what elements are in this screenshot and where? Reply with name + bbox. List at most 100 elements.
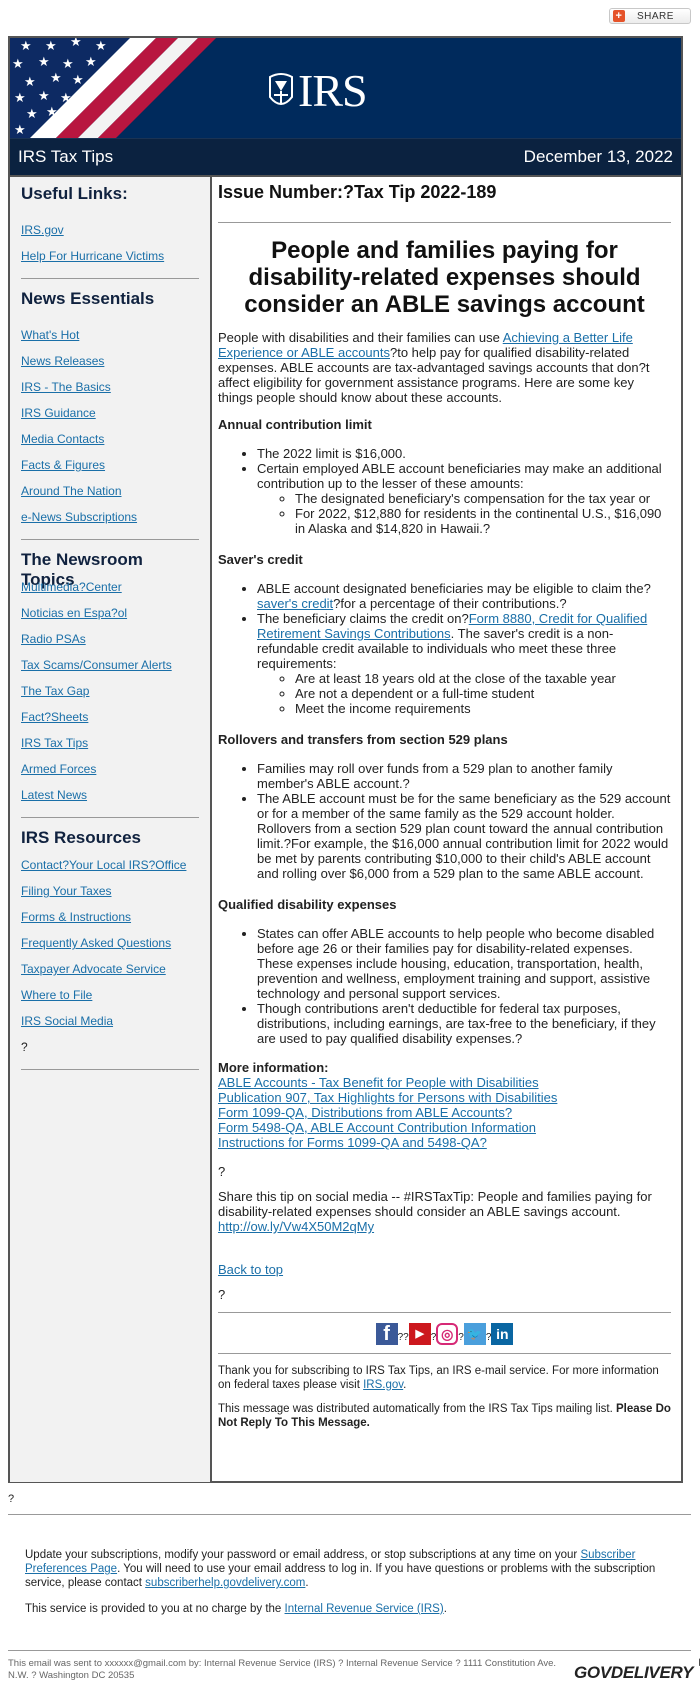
svg-text:★: ★: [72, 73, 84, 88]
govdelivery-wordmark: GOVDELIVERY: [574, 1663, 694, 1682]
thanks-text: Thank you for subscribing to IRS Tax Tip…: [218, 1365, 659, 1391]
irs-link[interactable]: Internal Revenue Service (IRS): [285, 1603, 444, 1615]
list-item-text: Certain employed ABLE account beneficiar…: [257, 461, 662, 491]
more-info-link-form-5498qa[interactable]: Form 5498-QA, ABLE Account Contribution …: [218, 1120, 671, 1135]
youtube-icon[interactable]: ▶: [408, 1323, 431, 1345]
irs-logo-text: IRS: [298, 65, 368, 116]
qualified-list: States can offer ABLE accounts to help p…: [218, 926, 671, 1046]
sidebar-link-irs-basics[interactable]: IRS - The Basics: [21, 374, 199, 400]
sidebar-link-latest-news[interactable]: Latest News: [21, 782, 199, 808]
linkedin-icon[interactable]: in: [491, 1323, 514, 1345]
sidebar-link-enews[interactable]: e-News Subscriptions: [21, 504, 199, 530]
sidebar-link-faq[interactable]: Frequently Asked Questions: [21, 930, 199, 956]
svg-text:★: ★: [38, 55, 50, 70]
sidebar-link-noticias[interactable]: Noticias en Espa?ol: [21, 600, 199, 626]
update-text: .: [305, 1577, 309, 1589]
titlebar: IRS Tax Tips December 13, 2022: [10, 138, 681, 175]
placeholder-char: ?: [8, 1493, 15, 1505]
sub-list-item: For 2022, $12,880 for residents in the c…: [295, 506, 671, 536]
newsletter-title: IRS Tax Tips: [18, 147, 114, 166]
newsletter-container: ★ ★ ★ ★ ★ ★ ★ ★ ★ ★ ★ ★ ★ ★ ★ ★ ★ IRS IRS Tax Tips …: [8, 36, 683, 1483]
main-content: Issue Number:?Tax Tip 2022-189 People an…: [212, 175, 681, 1482]
svg-text:★: ★: [70, 38, 82, 50]
sidebar-link-armed-forces[interactable]: Armed Forces: [21, 756, 199, 782]
govdelivery-logo[interactable]: GOVDELIVERY✉: [574, 1655, 700, 1683]
list-item: States can offer ABLE accounts to help p…: [257, 926, 671, 1001]
irs-gov-link[interactable]: IRS.gov: [363, 1379, 403, 1391]
annual-list: The 2022 limit is $16,000. Certain emplo…: [218, 446, 671, 536]
update-text: . You will need to use your email addres…: [25, 1563, 656, 1589]
sidebar-divider: [21, 278, 199, 279]
section-heading-qualified: Qualified disability expenses: [218, 897, 397, 912]
sidebar-link-irs-gov[interactable]: IRS.gov: [21, 217, 199, 243]
placeholder-char: ?: [218, 1164, 226, 1179]
facebook-icon[interactable]: f: [375, 1323, 398, 1345]
irs-eagle-icon: [269, 73, 293, 105]
sidebar-heading-irs-resources: IRS Resources: [21, 828, 141, 847]
sidebar: Useful Links: IRS.gov Help For Hurricane…: [10, 175, 212, 1482]
twitter-icon[interactable]: 🐦: [463, 1323, 486, 1345]
sidebar-link-facts-figures[interactable]: Facts & Figures: [21, 452, 199, 478]
service-text: This service is provided to you at no ch…: [25, 1603, 285, 1615]
issue-date: December 13, 2022: [523, 147, 673, 166]
sidebar-link-filing-taxes[interactable]: Filing Your Taxes: [21, 878, 199, 904]
svg-text:★: ★: [50, 71, 62, 86]
list-item: The ABLE account must be for the same be…: [257, 791, 671, 881]
sidebar-link-taxpayer-advocate[interactable]: Taxpayer Advocate Service: [21, 956, 199, 982]
more-info-link-instructions[interactable]: Instructions for Forms 1099-QA and 5498-…: [218, 1135, 671, 1150]
share-short-link[interactable]: http://ow.ly/Vw4X50M2qMy: [218, 1219, 374, 1234]
list-item-text: ?for a percentage of their contributions…: [333, 596, 567, 611]
share-button[interactable]: + SHARE: [609, 8, 691, 24]
sidebar-link-tax-scams[interactable]: Tax Scams/Consumer Alerts: [21, 652, 199, 678]
footer-divider: [8, 1514, 691, 1515]
content-divider: [218, 222, 671, 223]
sub-list-item: The designated beneficiary's compensatio…: [295, 491, 671, 506]
instagram-icon[interactable]: ◎: [436, 1323, 459, 1345]
sidebar-divider: [21, 539, 199, 540]
sidebar-link-local-office[interactable]: Contact?Your Local IRS?Office: [21, 852, 199, 878]
list-item: The 2022 limit is $16,000.: [257, 446, 671, 461]
sidebar-link-irs-guidance[interactable]: IRS Guidance: [21, 400, 199, 426]
svg-text:★: ★: [20, 39, 32, 54]
sub-list-item: Are at least 18 years old at the close o…: [295, 671, 671, 686]
more-info-link-form-1099qa[interactable]: Form 1099-QA, Distributions from ABLE Ac…: [218, 1105, 671, 1120]
thanks-text: .: [403, 1379, 407, 1391]
savers-credit-link[interactable]: saver's credit: [257, 596, 333, 611]
sidebar-link-around-nation[interactable]: Around The Nation: [21, 478, 199, 504]
more-info-link-able-accounts[interactable]: ABLE Accounts - Tax Benefit for People w…: [218, 1075, 671, 1090]
svg-text:★: ★: [12, 57, 24, 72]
sidebar-link-where-to-file[interactable]: Where to File: [21, 982, 199, 1008]
sidebar-link-social-media[interactable]: IRS Social Media: [21, 1008, 199, 1034]
subscriber-help-link[interactable]: subscriberhelp.govdelivery.com: [145, 1577, 305, 1589]
article-headline: People and families paying for disabilit…: [244, 237, 645, 318]
sidebar-link-hurricane-help[interactable]: Help For Hurricane Victims: [21, 243, 199, 269]
service-paragraph: This service is provided to you at no ch…: [25, 1602, 675, 1616]
section-heading-savers: Saver's credit: [218, 552, 303, 567]
american-flag-graphic: ★ ★ ★ ★ ★ ★ ★ ★ ★ ★ ★ ★ ★ ★ ★ ★ ★: [10, 38, 216, 138]
svg-text:★: ★: [26, 107, 38, 122]
subscription-footer: Update your subscriptions, modify your p…: [25, 1548, 675, 1628]
svg-text:★: ★: [14, 123, 26, 138]
list-item: Families may roll over funds from a 529 …: [257, 761, 671, 791]
sidebar-divider: [21, 817, 199, 818]
sidebar-link-fact-sheets[interactable]: Fact?Sheets: [21, 704, 199, 730]
share-paragraph: Share this tip on social media -- #IRSTa…: [218, 1189, 671, 1234]
section-heading-annual: Annual contribution limit: [218, 417, 372, 432]
sidebar-link-multimedia[interactable]: Multimedia?Center: [21, 574, 199, 600]
distributed-paragraph: This message was distributed automatical…: [218, 1402, 671, 1430]
sidebar-link-tax-gap[interactable]: The Tax Gap: [21, 678, 199, 704]
sub-list-item: Meet the income requirements: [295, 701, 671, 716]
placeholder-char: ?: [218, 1287, 226, 1302]
sidebar-link-irs-tax-tips[interactable]: IRS Tax Tips: [21, 730, 199, 756]
sidebar-link-radio-psas[interactable]: Radio PSAs: [21, 626, 199, 652]
more-info-block: More information: ABLE Accounts - Tax Be…: [218, 1060, 671, 1150]
back-to-top-link[interactable]: Back to top: [218, 1262, 283, 1277]
sidebar-link-whats-hot[interactable]: What's Hot: [21, 322, 199, 348]
share-label: SHARE: [637, 10, 674, 22]
list-item: ABLE account designated beneficiaries ma…: [257, 581, 671, 611]
sidebar-link-media-contacts[interactable]: Media Contacts: [21, 426, 199, 452]
more-info-link-pub-907[interactable]: Publication 907, Tax Highlights for Pers…: [218, 1090, 671, 1105]
sidebar-link-forms[interactable]: Forms & Instructions: [21, 904, 199, 930]
section-heading-rollovers: Rollovers and transfers from section 529…: [218, 732, 508, 747]
sidebar-link-news-releases[interactable]: News Releases: [21, 348, 199, 374]
